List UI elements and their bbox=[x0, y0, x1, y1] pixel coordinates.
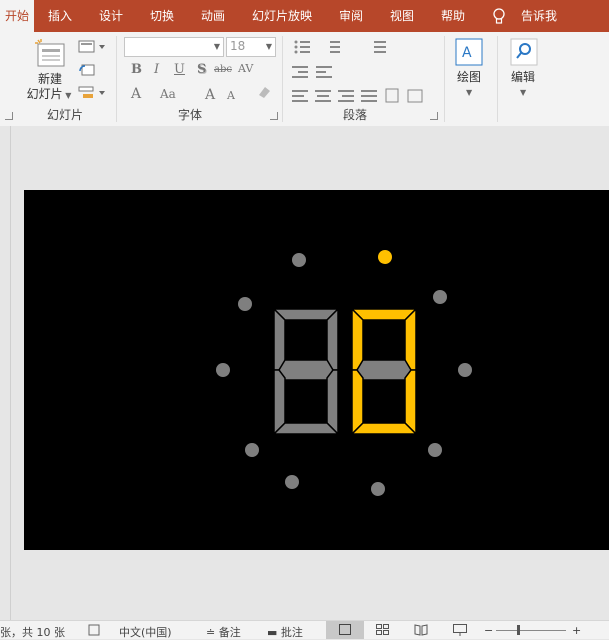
font-size-value: 18 bbox=[230, 39, 246, 53]
tab-home[interactable]: 开始 bbox=[0, 0, 34, 32]
new-slide-label-2: 幻灯片 bbox=[26, 87, 63, 101]
comment-icon: ▬ bbox=[267, 626, 281, 639]
tab-slideshow[interactable]: 幻灯片放映 bbox=[244, 0, 320, 32]
dialog-launcher-icon[interactable] bbox=[270, 112, 278, 120]
dot bbox=[371, 482, 385, 496]
change-case-button[interactable]: Aa bbox=[160, 87, 176, 101]
section-icon[interactable] bbox=[78, 85, 108, 101]
bold-button[interactable]: B bbox=[131, 62, 142, 77]
chevron-down-icon: ▼ bbox=[213, 42, 220, 51]
draw-button[interactable]: 绘图 bbox=[449, 70, 489, 85]
edit-button[interactable]: 编辑 bbox=[503, 70, 543, 85]
slide[interactable] bbox=[24, 190, 609, 550]
dot bbox=[292, 253, 306, 267]
notes-label: 备注 bbox=[218, 626, 241, 639]
tab-animations[interactable]: 动画 bbox=[193, 0, 233, 32]
status-bar: 张，共 10 张 中文(中国) ≐ 备注 ▬ 批注 − + bbox=[0, 620, 609, 639]
italic-button[interactable]: I bbox=[154, 62, 159, 77]
lightbulb-icon bbox=[493, 8, 505, 24]
digit-right bbox=[350, 307, 418, 436]
reset-icon[interactable] bbox=[78, 62, 96, 78]
dialog-launcher-icon[interactable] bbox=[5, 112, 13, 120]
group-divider bbox=[282, 36, 283, 122]
layout-icon[interactable] bbox=[78, 40, 108, 54]
character-spacing-button[interactable]: AV bbox=[238, 62, 253, 75]
font-color-button[interactable]: A bbox=[131, 86, 141, 102]
new-slide-icon[interactable] bbox=[34, 38, 66, 68]
dot bbox=[216, 363, 230, 377]
group-divider bbox=[116, 36, 117, 122]
tab-help[interactable]: 帮助 bbox=[433, 0, 473, 32]
slide-artwork bbox=[216, 250, 472, 496]
dot bbox=[238, 297, 252, 311]
comments-label: 批注 bbox=[280, 626, 303, 639]
normal-view-button[interactable] bbox=[326, 621, 364, 639]
dot bbox=[245, 443, 259, 457]
slide-sorter-icon[interactable] bbox=[376, 624, 390, 636]
chevron-down-icon: ▼ bbox=[62, 91, 72, 100]
svg-text:A: A bbox=[226, 89, 236, 102]
zoom-out-button[interactable]: − bbox=[484, 624, 493, 637]
tab-view[interactable]: 视图 bbox=[382, 0, 422, 32]
tell-me-search[interactable]: 告诉我 bbox=[514, 0, 564, 32]
digit-left bbox=[272, 307, 340, 436]
slideshow-icon[interactable] bbox=[453, 624, 467, 636]
group-divider bbox=[497, 36, 498, 122]
normal-view-icon bbox=[339, 624, 351, 635]
reading-view-icon[interactable] bbox=[414, 624, 428, 636]
new-slide-label[interactable]: 新建 bbox=[30, 72, 70, 87]
font-size-grow-shrink-icon[interactable]: A A bbox=[204, 84, 244, 102]
zoom-in-button[interactable]: + bbox=[572, 624, 581, 637]
chevron-down-icon: ▼ bbox=[265, 42, 272, 51]
dot bbox=[458, 363, 472, 377]
dot-highlight bbox=[378, 250, 392, 264]
notes-icon: ≐ bbox=[206, 626, 219, 639]
chevron-down-icon: ▼ bbox=[466, 88, 473, 97]
font-size-select[interactable]: 18 ▼ bbox=[226, 37, 276, 57]
zoom-slider-thumb[interactable] bbox=[517, 625, 520, 635]
dot bbox=[285, 475, 299, 489]
svg-text:A: A bbox=[204, 87, 216, 102]
tab-transitions[interactable]: 切换 bbox=[142, 0, 182, 32]
dot bbox=[428, 443, 442, 457]
clear-formatting-icon[interactable] bbox=[256, 84, 272, 100]
group-divider bbox=[444, 36, 445, 122]
ribbon-home: 新建 幻灯片 ▼ 幻灯片 ▼ 18 ▼ B I U S abc AV A Aa … bbox=[0, 32, 609, 127]
pane-divider bbox=[10, 126, 11, 620]
tab-design[interactable]: 设计 bbox=[91, 0, 131, 32]
tab-review[interactable]: 审阅 bbox=[331, 0, 371, 32]
zoom-slider[interactable] bbox=[496, 630, 566, 631]
dot bbox=[433, 290, 447, 304]
shadow-button[interactable]: S bbox=[197, 62, 206, 77]
chevron-down-icon: ▼ bbox=[520, 88, 527, 97]
shapes-icon[interactable]: A bbox=[455, 38, 483, 66]
ribbon-tab-bar: 开始 插入 设计 切换 动画 幻灯片放映 审阅 视图 帮助 告诉我 bbox=[0, 0, 609, 32]
search-icon[interactable] bbox=[510, 38, 538, 66]
tab-insert[interactable]: 插入 bbox=[40, 0, 80, 32]
paragraph-tools-icon[interactable] bbox=[292, 38, 442, 108]
spellcheck-icon[interactable] bbox=[88, 624, 102, 636]
group-slides-label: 幻灯片 bbox=[46, 108, 83, 122]
new-slide-dropdown[interactable]: 幻灯片 ▼ bbox=[24, 87, 74, 103]
group-paragraph-label: 段落 bbox=[342, 108, 367, 122]
svg-text:A: A bbox=[462, 45, 472, 61]
strikethrough-button[interactable]: abc bbox=[214, 64, 232, 75]
dialog-launcher-icon[interactable] bbox=[430, 112, 438, 120]
underline-button[interactable]: U bbox=[174, 62, 185, 77]
font-name-select[interactable]: ▼ bbox=[124, 37, 224, 57]
group-font-label: 字体 bbox=[177, 108, 202, 122]
